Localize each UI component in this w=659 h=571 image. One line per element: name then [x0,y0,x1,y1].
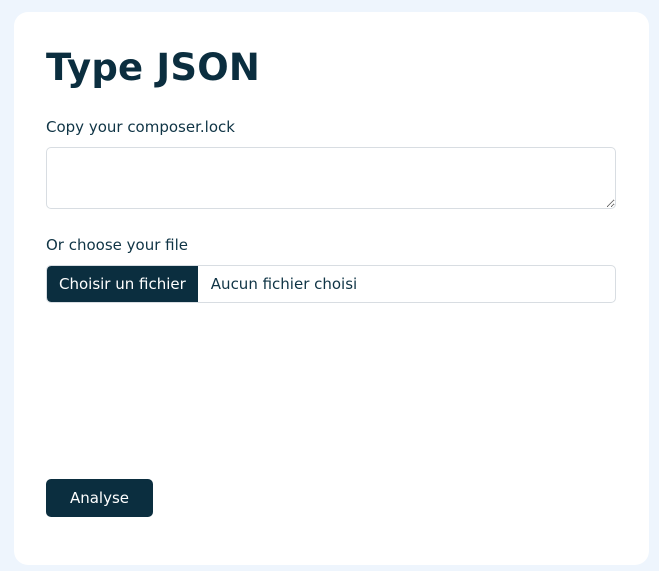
composer-lock-label: Copy your composer.lock [46,118,235,136]
file-input[interactable]: Choisir un fichier Aucun fichier choisi [46,265,616,303]
analyse-button[interactable]: Analyse [46,479,153,517]
choose-file-button[interactable]: Choisir un fichier [47,266,198,302]
page-title: Type JSON [46,46,261,89]
file-status-text: Aucun fichier choisi [210,275,358,293]
composer-lock-textarea[interactable] [46,147,616,209]
form-card: Type JSON Copy your composer.lock Or cho… [14,12,649,565]
file-label: Or choose your file [46,236,189,254]
